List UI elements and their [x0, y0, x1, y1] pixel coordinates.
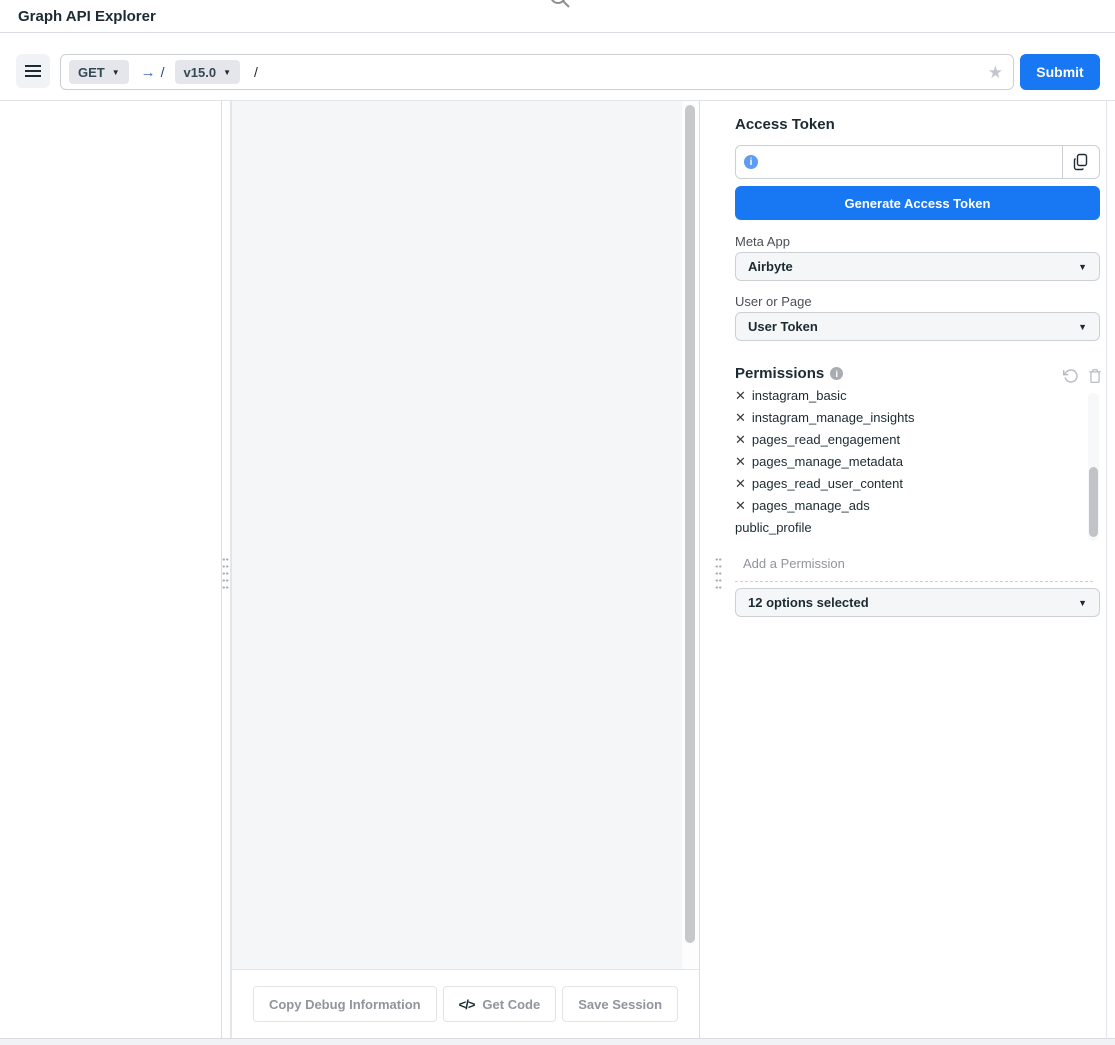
- token-info-icon[interactable]: i: [744, 155, 758, 169]
- clear-permissions-button[interactable]: [1088, 368, 1102, 384]
- meta-app-value: Airbyte: [748, 259, 793, 274]
- access-token-input[interactable]: [764, 155, 1062, 170]
- panel-resize-handle-left[interactable]: [222, 556, 229, 592]
- response-scrollbar-track[interactable]: [682, 101, 699, 969]
- arrow-icon: →: [141, 64, 156, 81]
- permission-item: ✕ pages_manage_metadata: [735, 451, 1085, 473]
- user-or-page-value: User Token: [748, 319, 818, 334]
- add-permission-input[interactable]: [743, 556, 1043, 571]
- request-path-input[interactable]: [254, 64, 988, 80]
- permission-item: ✕ pages_read_engagement: [735, 429, 1085, 451]
- path-prefix-slash: /: [161, 64, 165, 80]
- submit-button[interactable]: Submit: [1020, 54, 1100, 90]
- remove-permission-icon[interactable]: ✕: [735, 407, 746, 429]
- api-version-dropdown[interactable]: v15.0 ▼: [175, 60, 240, 84]
- permissions-info-icon[interactable]: i: [830, 367, 843, 380]
- request-bar: GET ▼ → / v15.0 ▼ ★: [60, 54, 1014, 90]
- remove-permission-icon[interactable]: ✕: [735, 389, 746, 407]
- remove-permission-icon[interactable]: ✕: [735, 451, 746, 473]
- favorite-star-icon[interactable]: ★: [988, 64, 1003, 81]
- http-method-value: GET: [78, 65, 105, 80]
- response-panel: Copy Debug Information </> Get Code Save…: [230, 101, 700, 1038]
- permissions-scrollbar-thumb[interactable]: [1089, 467, 1098, 537]
- response-viewport: [232, 101, 682, 969]
- menu-button[interactable]: [16, 54, 50, 88]
- panel-resize-handle-right[interactable]: [715, 556, 722, 592]
- chevron-down-icon: ▼: [112, 68, 120, 77]
- http-method-dropdown[interactable]: GET ▼: [69, 60, 129, 84]
- bottom-strip: [0, 1038, 1115, 1045]
- response-scrollbar-thumb[interactable]: [685, 105, 695, 943]
- code-icon: </>: [459, 997, 475, 1012]
- remove-permission-icon[interactable]: ✕: [735, 429, 746, 451]
- user-or-page-select[interactable]: User Token ▼: [735, 312, 1100, 341]
- field-tree-sidebar: [0, 101, 222, 1038]
- permission-item: ✕ pages_read_user_content: [735, 473, 1085, 495]
- permission-item: ✕ pages_manage_ads: [735, 495, 1085, 517]
- debug-toolbar: Copy Debug Information </> Get Code Save…: [232, 969, 699, 1038]
- permission-item: public_profile: [735, 517, 1085, 539]
- generate-access-token-button[interactable]: Generate Access Token: [735, 186, 1100, 220]
- request-toolbar: GET ▼ → / v15.0 ▼ ★ Submit: [0, 34, 1115, 101]
- hamburger-icon: [25, 65, 41, 67]
- chevron-down-icon: ▼: [1078, 262, 1087, 272]
- get-code-button[interactable]: </> Get Code: [443, 986, 557, 1022]
- chevron-down-icon: ▼: [1078, 322, 1087, 332]
- permissions-actions: [1063, 368, 1102, 384]
- api-version-value: v15.0: [184, 65, 217, 80]
- trash-icon: [1088, 368, 1102, 384]
- access-token-heading: Access Token: [735, 116, 835, 133]
- undo-icon: [1063, 368, 1079, 384]
- app-header: Graph API Explorer: [0, 0, 1115, 33]
- permissions-heading: Permissions: [735, 365, 824, 382]
- permissions-summary-select[interactable]: 12 options selected ▼: [735, 588, 1100, 617]
- meta-app-select[interactable]: Airbyte ▼: [735, 252, 1100, 281]
- permission-item: ✕ instagram_basic: [735, 389, 1085, 407]
- meta-app-label: Meta App: [735, 234, 790, 249]
- permission-item: ✕ instagram_manage_insights: [735, 407, 1085, 429]
- copy-token-button[interactable]: [1062, 145, 1100, 179]
- permissions-summary-value: 12 options selected: [748, 595, 869, 610]
- permissions-list: ✕ instagram_basic ✕ instagram_manage_ins…: [735, 389, 1085, 543]
- save-session-button[interactable]: Save Session: [562, 986, 678, 1022]
- user-or-page-label: User or Page: [735, 294, 812, 309]
- remove-permission-icon[interactable]: ✕: [735, 495, 746, 517]
- chevron-down-icon: ▼: [1078, 598, 1087, 608]
- copy-icon: [1072, 153, 1090, 171]
- remove-permission-icon[interactable]: ✕: [735, 473, 746, 495]
- permissions-scrollbar-track[interactable]: [1088, 393, 1099, 541]
- token-settings-panel: Access Token i Generate Access Token Met…: [735, 101, 1107, 1038]
- add-permission-wrap: [735, 553, 1093, 582]
- page-title: Graph API Explorer: [18, 8, 156, 25]
- permissions-heading-row: Permissions i: [735, 365, 843, 382]
- right-edge-divider: [1106, 101, 1107, 1038]
- chevron-down-icon: ▼: [223, 68, 231, 77]
- undo-permissions-button[interactable]: [1063, 368, 1079, 384]
- search-icon[interactable]: [548, 0, 572, 10]
- access-token-field-wrap: i: [735, 145, 1063, 179]
- copy-debug-information-button[interactable]: Copy Debug Information: [253, 986, 437, 1022]
